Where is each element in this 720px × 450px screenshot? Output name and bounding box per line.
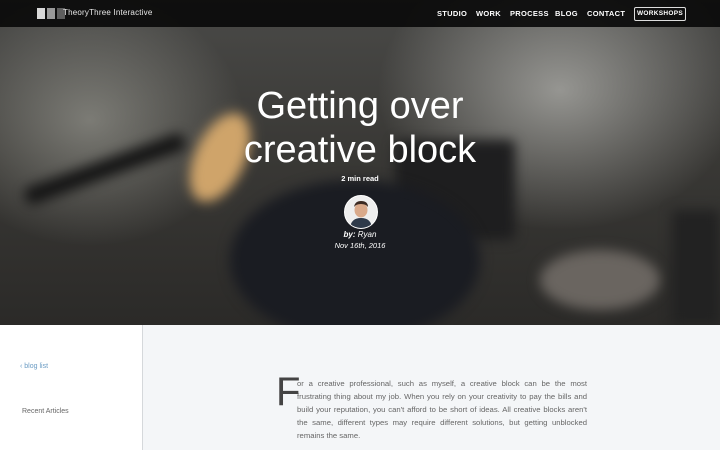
author-name[interactable]: Ryan	[358, 230, 377, 239]
nav-contact[interactable]: CONTACT	[587, 9, 625, 18]
article-title-line1: Getting over	[256, 85, 464, 127]
nav-work[interactable]: WORK	[476, 9, 501, 18]
brand-name[interactable]: TheoryThree Interactive	[63, 8, 153, 17]
hero-banner: TheoryThree Interactive STUDIO WORK PROC…	[0, 0, 720, 325]
nav-blog[interactable]: BLOG	[555, 9, 578, 18]
byline: by: Ryan	[0, 230, 720, 239]
article-title-line2: creative block	[243, 129, 477, 171]
nav-process[interactable]: PROCESS	[510, 9, 549, 18]
top-navigation: TheoryThree Interactive STUDIO WORK PROC…	[0, 0, 720, 27]
publish-date: Nov 16th, 2016	[334, 241, 386, 250]
workshops-button[interactable]: WORKSHOPS	[634, 7, 686, 21]
sidebar: ‹ blog list Recent Articles	[0, 325, 143, 450]
avatar-portrait-icon	[345, 196, 377, 228]
read-time: 2 min read	[341, 174, 379, 183]
article-paragraph: or a creative professional, such as myse…	[297, 379, 587, 440]
nav-studio[interactable]: STUDIO	[437, 9, 467, 18]
author-avatar[interactable]	[344, 195, 378, 229]
recent-articles-heading: Recent Articles	[22, 408, 69, 415]
back-to-blog-link[interactable]: ‹ blog list	[20, 363, 48, 370]
background-right-monitor	[672, 210, 720, 325]
background-desk-items	[540, 250, 660, 310]
brand-logo-icon[interactable]	[37, 8, 65, 19]
byline-prefix: by:	[343, 230, 356, 239]
